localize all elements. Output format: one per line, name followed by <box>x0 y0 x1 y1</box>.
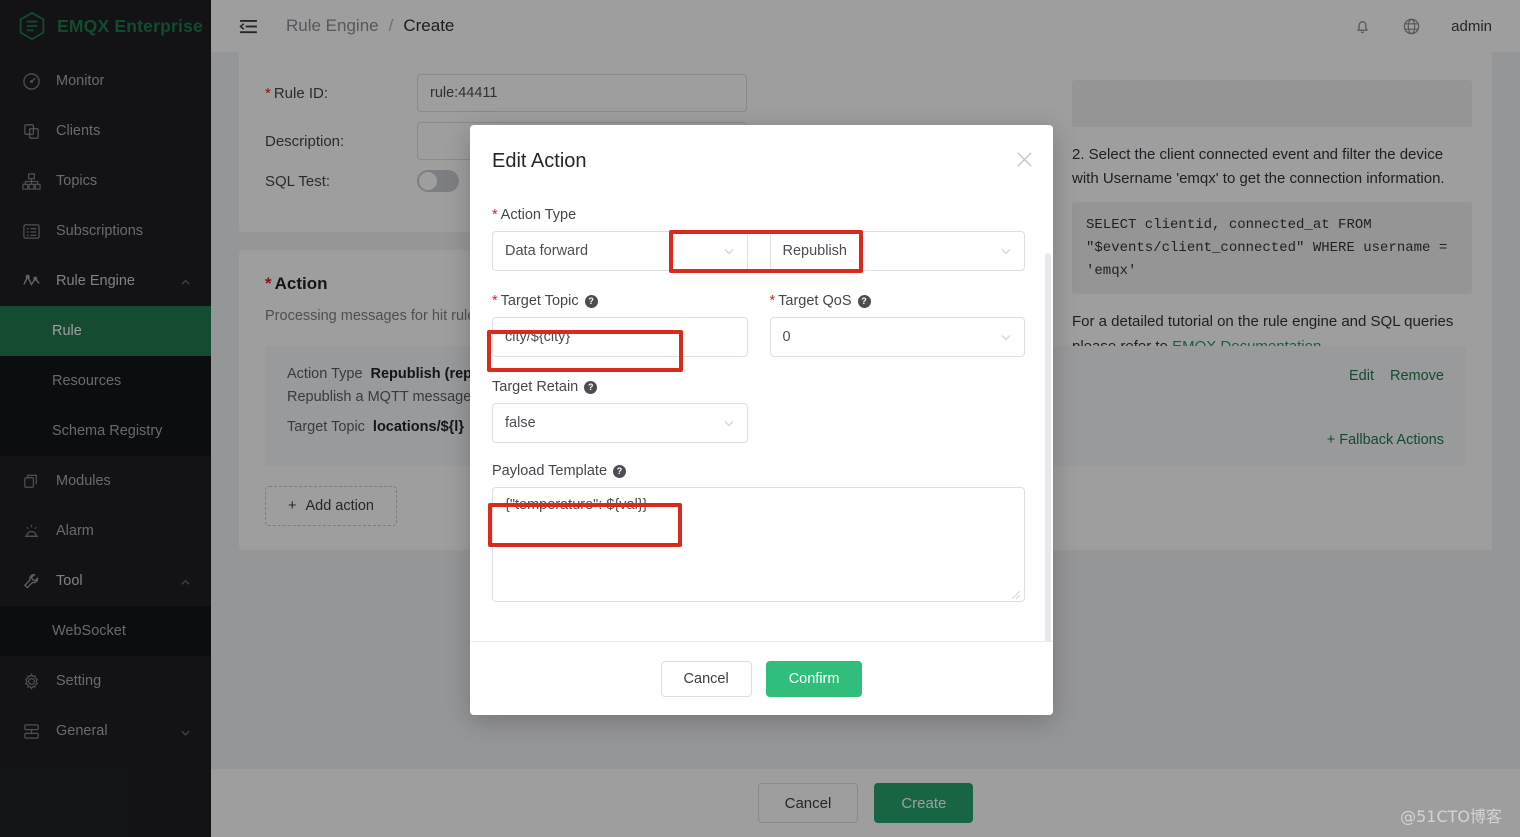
question-mark-icon[interactable]: ? <box>613 465 626 478</box>
action-type-row: Data forward Republish <box>492 231 1025 271</box>
target-retain-value: false <box>505 415 536 431</box>
dialog-body: *Action Type Data forward Republish <box>470 173 1053 663</box>
action-type-label-text: Action Type <box>501 207 577 223</box>
edit-action-dialog: Edit Action *Action Type Data forward Re… <box>470 125 1053 715</box>
target-qos-label-text: Target QoS <box>778 293 851 309</box>
action-republish-select[interactable]: Republish <box>770 231 1026 271</box>
chevron-down-icon <box>723 245 735 257</box>
target-retain-col: Target Retain? false <box>492 379 748 443</box>
target-retain-select[interactable]: false <box>492 403 748 443</box>
target-retain-label: Target Retain? <box>492 379 748 395</box>
action-value-col: Republish <box>770 231 1026 271</box>
payload-template-label: Payload Template? <box>492 463 1025 479</box>
watermark: @51CTO博客 <box>1400 803 1502 827</box>
chevron-down-icon <box>723 417 735 429</box>
action-type-label: *Action Type <box>492 207 1025 223</box>
target-qos-label: *Target QoS? <box>770 293 1026 309</box>
payload-template-label-text: Payload Template <box>492 463 607 479</box>
action-value: Republish <box>783 243 848 259</box>
dialog-confirm-button[interactable]: Confirm <box>766 661 863 697</box>
target-topic-label: *Target Topic? <box>492 293 748 309</box>
close-x-icon[interactable] <box>1016 151 1033 168</box>
target-topic-label-text: Target Topic <box>501 293 579 309</box>
target-retain-spacer <box>770 379 1026 443</box>
required-marker: * <box>492 293 498 309</box>
target-topic-input[interactable]: city/${city} <box>492 317 748 357</box>
dialog-footer: Cancel Confirm <box>470 641 1053 715</box>
resize-grip-icon[interactable] <box>1011 588 1021 598</box>
action-category-col: Data forward <box>492 231 748 271</box>
question-mark-icon[interactable]: ? <box>858 295 871 308</box>
dialog-scrollbar[interactable] <box>1045 253 1051 663</box>
chevron-down-icon <box>1000 245 1012 257</box>
target-retain-label-text: Target Retain <box>492 379 578 395</box>
target-qos-value: 0 <box>783 329 791 345</box>
action-category-select[interactable]: Data forward <box>492 231 748 271</box>
application-root: EMQX Enterprise Monitor Clients Topics <box>0 0 1520 837</box>
payload-template-textarea[interactable]: {"temperature": ${val}} <box>492 487 1025 602</box>
dialog-title: Edit Action <box>470 125 1053 173</box>
target-qos-col: *Target QoS? 0 <box>770 293 1026 357</box>
target-retain-row: Target Retain? false <box>492 379 1025 443</box>
dialog-cancel-button[interactable]: Cancel <box>661 661 752 697</box>
payload-template-value: {"temperature": ${val}} <box>505 497 648 513</box>
topic-qos-row: *Target Topic? city/${city} *Target QoS?… <box>492 293 1025 357</box>
target-topic-col: *Target Topic? city/${city} <box>492 293 748 357</box>
question-mark-icon[interactable]: ? <box>585 295 598 308</box>
required-marker: * <box>492 207 498 223</box>
chevron-down-icon <box>1000 331 1012 343</box>
required-marker: * <box>770 293 776 309</box>
question-mark-icon[interactable]: ? <box>584 381 597 394</box>
target-qos-select[interactable]: 0 <box>770 317 1026 357</box>
action-category-value: Data forward <box>505 243 588 259</box>
